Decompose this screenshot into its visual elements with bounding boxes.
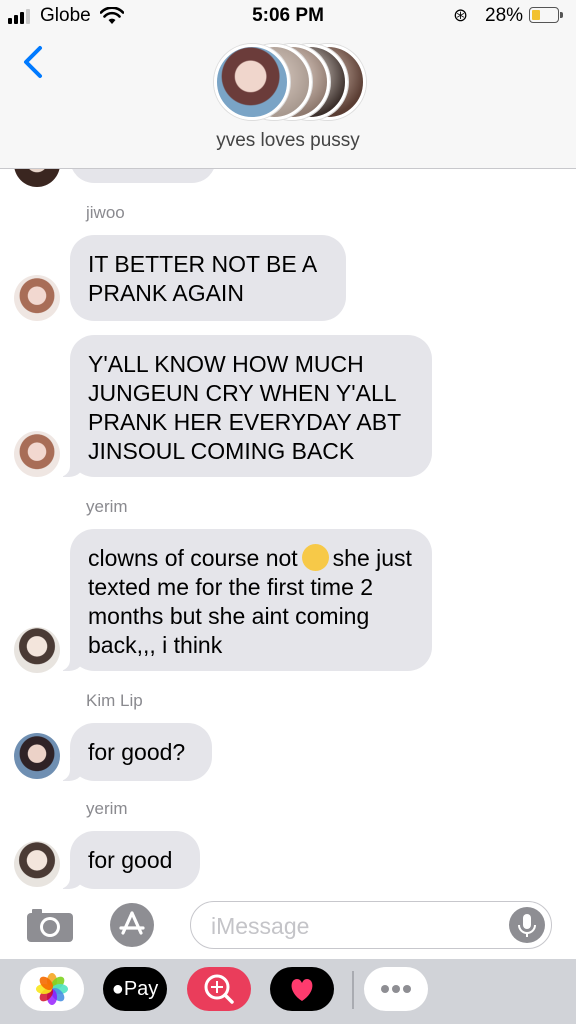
sender-name: yerim [86,799,128,818]
microphone-icon[interactable] [509,907,545,943]
compose-bar [0,891,576,959]
message-bubble[interactable]: Y'ALL KNOW HOW MUCH JUNGEUN CRY WHEN Y'A… [58,335,432,477]
sender-name: jiwoo [86,203,125,222]
battery-percent: 28% [485,5,524,26]
sender-avatar[interactable] [14,733,60,779]
orientation-lock-icon: ⊛ [453,5,469,25]
apple-pay-app-icon[interactable]: ●Pay [103,967,167,1011]
app-store-icon[interactable] [110,903,154,947]
message-field[interactable] [190,901,552,949]
sender-avatar[interactable] [14,275,60,321]
chevron-left-icon[interactable] [18,42,48,82]
sender-avatar[interactable] [14,169,60,187]
apple-pay-label: Pay [123,978,159,1000]
group-avatar-stack[interactable] [214,44,366,120]
apple-logo-icon: ● [111,978,124,1000]
sender-avatar[interactable] [14,627,60,673]
group-member-avatar [214,44,290,120]
group-name[interactable]: yves loves pussy [0,130,576,152]
message-bubble[interactable]: for good [58,831,200,889]
message-bubble[interactable]: clowns of course not she just texted me f… [58,529,432,671]
search-images-app-icon[interactable] [187,967,251,1011]
message-bubble-partial[interactable] [70,169,216,183]
app-drawer: ●Pay [0,959,576,1024]
digital-touch-app-icon[interactable] [270,967,334,1011]
more-apps-icon[interactable] [364,967,428,1011]
sender-avatar[interactable] [14,431,60,477]
message-input[interactable] [209,910,503,942]
message-bubble[interactable]: for good? [58,723,212,781]
divider [352,971,354,1009]
photos-app-icon[interactable] [20,967,84,1011]
message-bubble[interactable]: IT BETTER NOT BE A PRANK AGAIN [70,235,346,321]
sender-name: Kim Lip [86,691,143,710]
camera-icon[interactable] [26,907,74,943]
sender-name: yerim [86,497,128,516]
sender-avatar[interactable] [14,841,60,887]
message-thread[interactable]: jiwoo IT BETTER NOT BE A PRANK AGAIN Y'A… [0,169,576,891]
battery-icon [529,7,563,23]
pensive-face-emoji [301,544,329,571]
status-bar: Globe 5:06 PM ⊛ 28% [0,0,576,34]
